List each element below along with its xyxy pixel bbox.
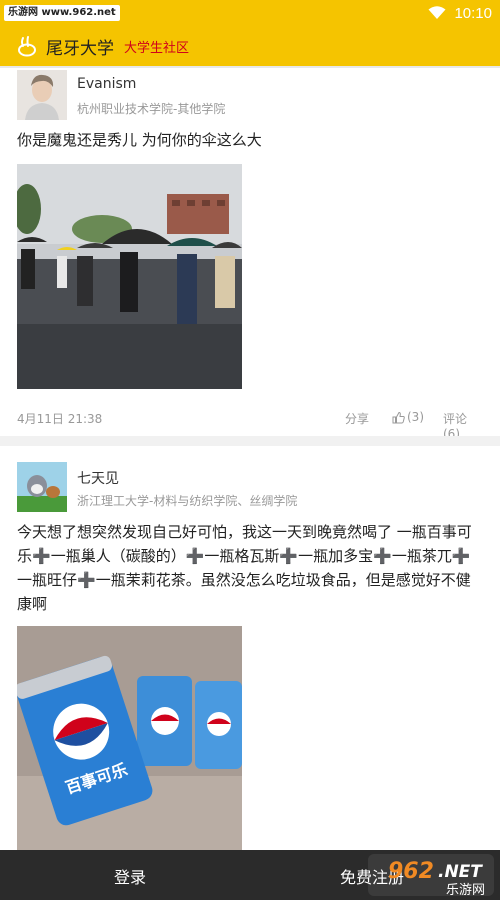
header-divider (0, 66, 500, 68)
watermark-suffix: .NET (438, 862, 483, 882)
app-header: 尾牙大学 大学生社区 (0, 26, 500, 66)
plus-icon: ➕ (77, 571, 96, 589)
post-separator (0, 436, 500, 446)
post-text: 今天想了想突然发现自己好可怕，我这一天到晚竟然喝了 一瓶百事可乐➕一瓶巢人（碳酸… (17, 520, 483, 616)
status-icons: 10:10 (428, 5, 492, 22)
app-subtitle: 大学生社区 (124, 40, 190, 56)
status-time: 10:10 (454, 4, 492, 22)
thumbs-up-icon (392, 411, 405, 423)
status-bar: 乐游网 www.962.net 10:10 (0, 0, 500, 26)
post-image[interactable] (17, 164, 242, 389)
watermark-logo: 962 .NET 乐游网 (360, 850, 500, 900)
username[interactable]: Evanism (77, 76, 136, 92)
plus-icon: ➕ (32, 547, 51, 565)
watermark-sub: 乐游网 (446, 883, 485, 898)
plus-icon: ➕ (185, 547, 205, 565)
like-button[interactable]: (3) (392, 410, 424, 424)
post-text-part: 一瓶旺仔 (17, 571, 78, 589)
post-text-part: 一瓶茶兀 (391, 547, 452, 565)
username[interactable]: 七天见 (77, 468, 119, 488)
share-button[interactable]: 分享 (345, 410, 369, 427)
watermark-badge: 乐游网 www.962.net (4, 5, 120, 21)
avatar[interactable] (17, 462, 67, 512)
plus-icon: ➕ (451, 547, 471, 565)
post-image[interactable]: 百事可乐 (17, 626, 242, 850)
plus-icon: ➕ (279, 547, 299, 565)
post-text-part: 一瓶加多宝 (298, 547, 374, 565)
post-text-part: 一瓶格瓦斯 (204, 547, 280, 565)
wifi-icon (428, 6, 446, 19)
school-label: 杭州职业技术学院-其他学院 (77, 102, 226, 116)
avatar[interactable] (17, 70, 67, 120)
school-label: 浙江理工大学-材料与纺织学院、丝绸学院 (77, 494, 298, 508)
like-count: (3) (407, 410, 424, 424)
post-meta: 4月11日 21:38 分享 (3) 评论(6) (17, 408, 483, 441)
login-button[interactable]: 登录 (95, 864, 165, 888)
rabbit-icon (18, 36, 36, 57)
post-text-part: 一瓶巢人（碳酸的） (50, 547, 186, 565)
watermark-main: 962 (388, 859, 434, 884)
post-date: 4月11日 21:38 (17, 412, 103, 426)
plus-icon: ➕ (373, 547, 392, 565)
app-title: 尾牙大学 (46, 38, 114, 59)
post-text: 你是魔鬼还是秀儿 为何你的伞这么大 (17, 131, 262, 149)
